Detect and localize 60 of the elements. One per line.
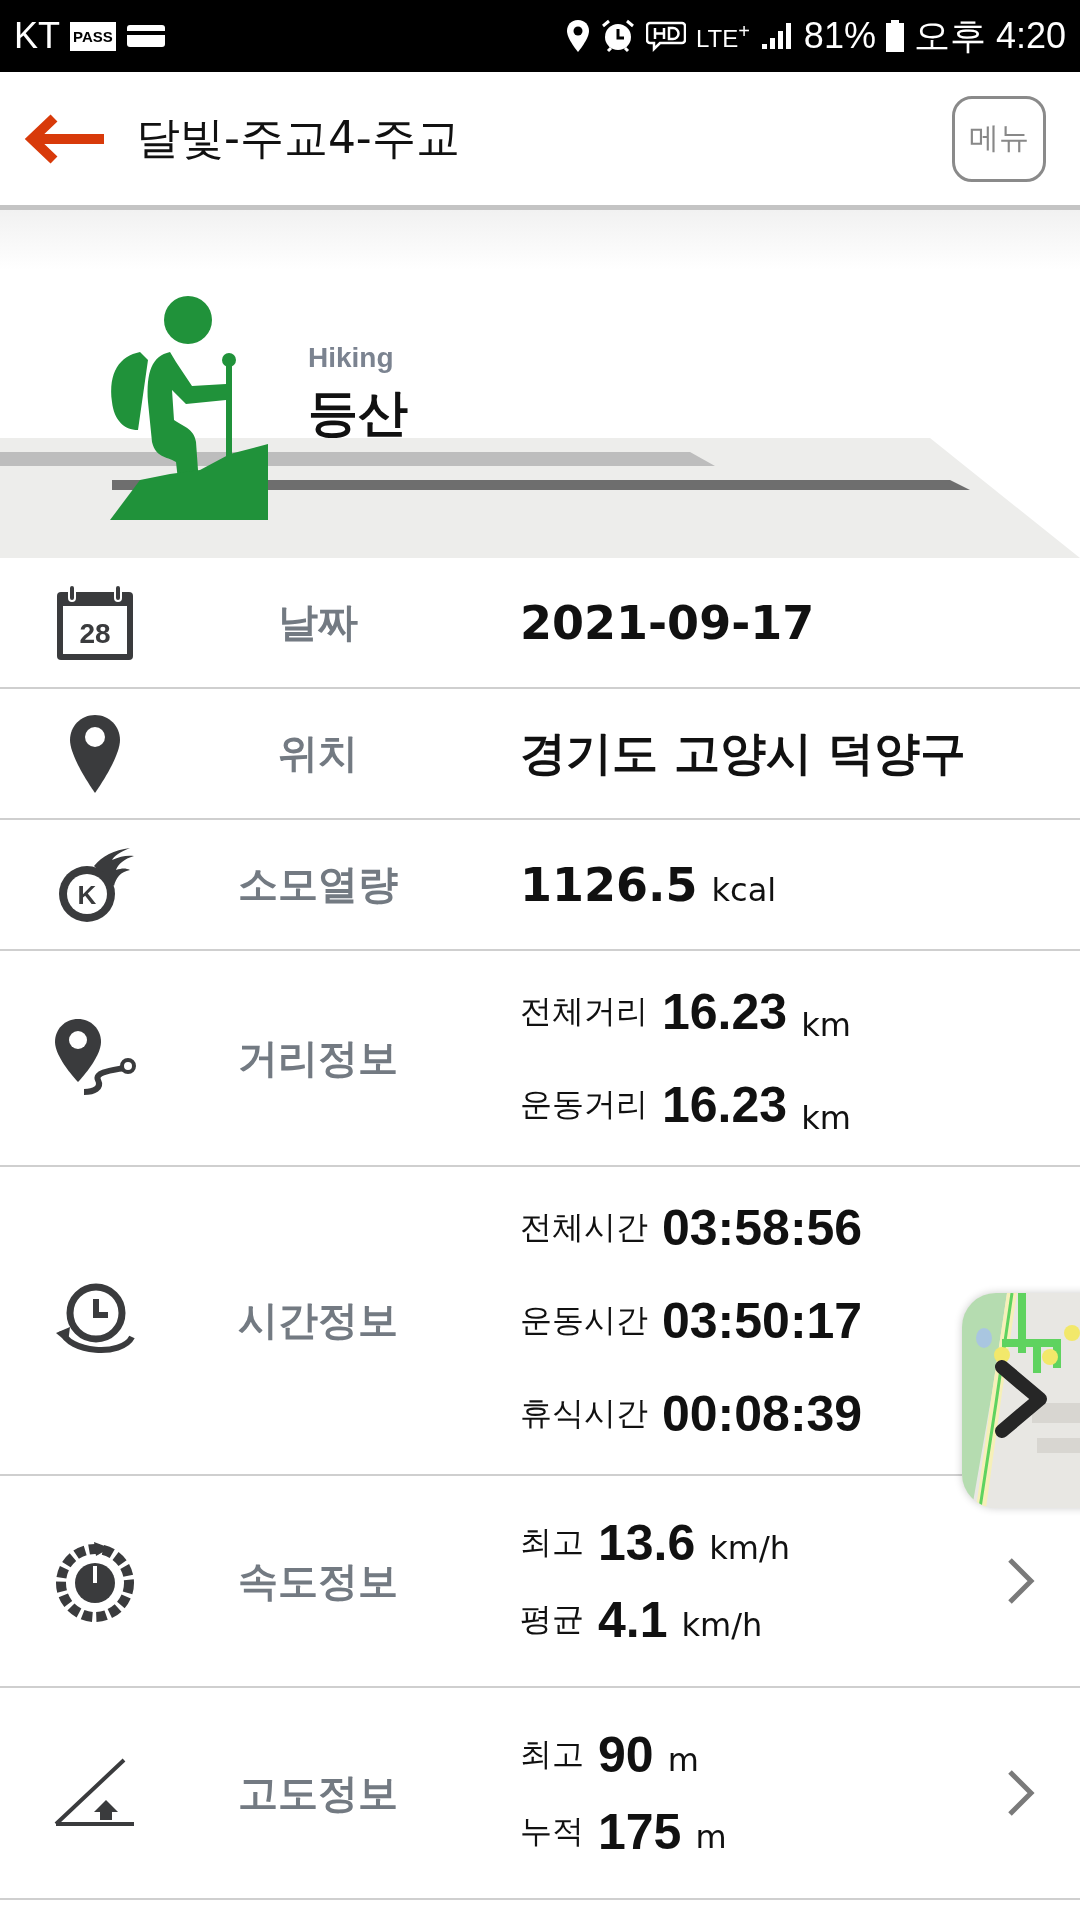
- menu-button[interactable]: 메뉴: [952, 95, 1046, 182]
- stat-value: 00:08:39: [662, 1384, 863, 1443]
- row-label: 시간정보: [236, 1296, 399, 1345]
- stat-value: 03:58:56: [662, 1198, 863, 1257]
- activity-name: 등산: [308, 383, 408, 444]
- row-label: 날짜: [276, 598, 359, 647]
- detail-chevron-button[interactable]: [1006, 1556, 1036, 1606]
- stat-label: 운동거리: [520, 1083, 648, 1125]
- stat-value: 13.6: [598, 1513, 696, 1572]
- unit-label: km/h: [709, 1529, 791, 1569]
- unit-label: km: [801, 1099, 851, 1139]
- row-value: 경기도 고양시 덕양구: [520, 724, 967, 782]
- stat-value: 03:50:17: [662, 1291, 863, 1350]
- chevron-right-icon: [1006, 1768, 1036, 1818]
- row-label: 거리정보: [236, 1033, 399, 1083]
- location-icon: [565, 19, 590, 53]
- hd-voice-icon: [645, 20, 686, 52]
- stat-label: 최고: [520, 1733, 584, 1775]
- alarm-icon: [599, 18, 636, 54]
- stat-value: 16.23: [662, 982, 788, 1041]
- unit-label: kcal: [711, 870, 777, 909]
- stat-label: 평균: [520, 1598, 584, 1640]
- row-label: 고도정보: [236, 1768, 399, 1818]
- battery-percent: 81%: [803, 15, 876, 57]
- row-label: 속도정보: [236, 1556, 399, 1606]
- card-icon: [125, 23, 166, 49]
- row-label: 소모열량: [236, 860, 399, 909]
- unit-label: km/h: [681, 1606, 763, 1646]
- battery-icon: [885, 20, 904, 52]
- network-type: LTE$^{+}$: [695, 19, 750, 53]
- clock-time: 오후 4:20: [913, 13, 1066, 58]
- stat-value: 90: [598, 1725, 654, 1784]
- unit-label: m: [695, 1818, 727, 1858]
- back-arrow-icon: [24, 111, 106, 166]
- unit-label: m: [667, 1741, 699, 1781]
- back-button[interactable]: [24, 111, 106, 166]
- stat-label: 휴식시간: [520, 1392, 648, 1434]
- speedometer-icon: [54, 1540, 136, 1622]
- row-value: 2021-09-17: [520, 595, 815, 650]
- page-title: 달빛-주교4-주교: [136, 111, 460, 165]
- detail-chevron-button[interactable]: [1006, 1768, 1036, 1818]
- activity-english-name: Hiking: [308, 342, 395, 374]
- row-value: 1126.5: [520, 857, 698, 912]
- signal-icon: [759, 21, 794, 51]
- stat-label: 전체거리: [520, 990, 648, 1032]
- unit-label: km: [801, 1006, 851, 1046]
- carrier-name: KT: [14, 15, 60, 57]
- stat-value: 175: [598, 1802, 682, 1861]
- stat-value: 4.1: [598, 1590, 668, 1649]
- stat-label: 누적: [520, 1810, 584, 1852]
- row-label: 위치: [276, 729, 359, 778]
- stat-label: 운동시간: [520, 1299, 648, 1341]
- chevron-right-icon: [1006, 1556, 1036, 1606]
- pass-badge: PASS: [70, 21, 116, 51]
- map-pin-icon: [69, 713, 121, 794]
- stat-label: 전체시간: [520, 1206, 648, 1248]
- altitude-slope-icon: [54, 1758, 136, 1828]
- stat-label: 최고: [520, 1521, 584, 1563]
- stat-value: 16.23: [662, 1075, 788, 1134]
- route-pin-icon: [54, 1018, 136, 1098]
